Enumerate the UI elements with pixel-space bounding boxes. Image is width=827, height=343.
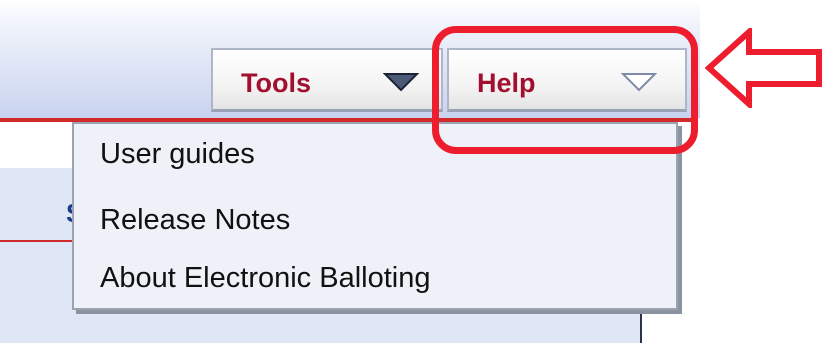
left-arrow-icon (705, 28, 822, 108)
tools-menu-button[interactable]: Tools (211, 48, 443, 112)
menu-item-release-notes[interactable]: Release Notes (100, 204, 290, 237)
highlight-box (432, 26, 698, 154)
menu-item-about-electronic-balloting[interactable]: About Electronic Balloting (100, 262, 430, 295)
chevron-down-icon (383, 73, 419, 92)
menu-item-user-guides[interactable]: User guides (100, 138, 255, 171)
tools-button-label: Tools (241, 68, 311, 98)
